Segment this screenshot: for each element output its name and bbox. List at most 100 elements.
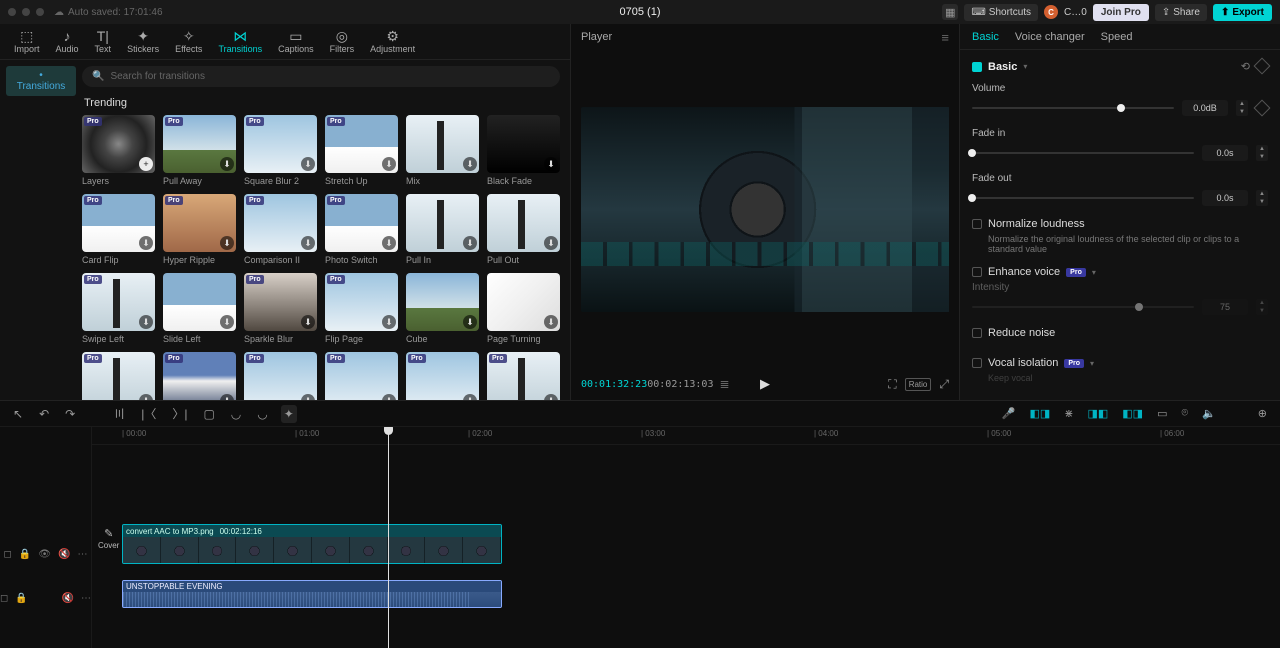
download-icon[interactable]: ⬇ (220, 394, 234, 400)
mute-track-icon[interactable]: 🔇 (62, 593, 74, 604)
search-input[interactable]: 🔍 Search for transitions (82, 66, 560, 87)
maximize-window-icon[interactable] (36, 8, 44, 16)
tab-basic[interactable]: Basic (972, 31, 999, 43)
thumb-image[interactable]: Pro⬇ (82, 273, 155, 331)
thumb-image[interactable]: Pro⬇ (244, 115, 317, 173)
mic-icon[interactable]: 🎤 (999, 405, 1019, 422)
add-icon[interactable]: + (139, 157, 153, 171)
thumb-image[interactable]: Pro⬇ (325, 273, 398, 331)
thumb-image[interactable]: Pro+ (82, 115, 155, 173)
eye-icon[interactable]: 👁 (38, 549, 51, 560)
download-icon[interactable]: ⬇ (301, 236, 315, 250)
download-icon[interactable]: ⬇ (463, 394, 477, 400)
download-icon[interactable]: ⬇ (301, 315, 315, 329)
fadeout-value[interactable]: 0.0s (1202, 190, 1248, 206)
download-icon[interactable]: ⬇ (463, 157, 477, 171)
tab-voice-changer[interactable]: Voice changer (1015, 31, 1085, 43)
download-icon[interactable]: ⬇ (382, 394, 396, 400)
fadein-slider[interactable] (972, 152, 1194, 154)
lock-icon[interactable]: 🔒 (15, 593, 27, 604)
thumb-image[interactable]: ⬇ (406, 115, 479, 173)
thumb-image[interactable]: ⬇ (163, 273, 236, 331)
shortcuts-button[interactable]: ⌨ Shortcuts (964, 4, 1038, 21)
download-icon[interactable]: ⬇ (544, 236, 558, 250)
more-icon[interactable]: ⋯ (77, 549, 87, 560)
play-button[interactable]: ▶ (760, 376, 770, 392)
tab-text[interactable]: T|Text (87, 26, 120, 57)
chevron-down-icon[interactable]: ▾ (1023, 62, 1027, 71)
split-left-tool[interactable]: |〈 (138, 403, 159, 424)
thumb-image[interactable]: Pro⬇ (82, 352, 155, 400)
reduce-checkbox[interactable] (972, 328, 982, 338)
thumb-image[interactable]: Pro⬇ (82, 194, 155, 252)
thumb-image[interactable]: Pro⬇ (325, 352, 398, 400)
download-icon[interactable]: ⬇ (544, 394, 558, 400)
flag-tool[interactable]: ◡ (254, 405, 270, 423)
fadein-value[interactable]: 0.0s (1202, 145, 1248, 161)
basic-checkbox[interactable] (972, 62, 982, 72)
download-icon[interactable]: ⬇ (382, 157, 396, 171)
thumb-image[interactable]: ⬇ (487, 194, 560, 252)
more-icon[interactable]: ⋯ (81, 593, 91, 604)
video-clip[interactable]: convert AAC to MP3.png 00:02:12:16 (122, 524, 502, 564)
vocal-checkbox[interactable] (972, 358, 982, 368)
tab-speed[interactable]: Speed (1101, 31, 1133, 43)
download-icon[interactable]: ⬇ (463, 315, 477, 329)
time-ruler[interactable]: | 00:00| 01:00| 02:00| 03:00| 04:00| 05:… (92, 427, 1280, 445)
tab-transitions[interactable]: ⋈Transitions (210, 26, 270, 57)
link-icon[interactable]: ⌾ (1178, 405, 1191, 422)
transitions-pill[interactable]: • Transitions (6, 66, 76, 96)
tool-c-icon[interactable]: ◧◨ (1119, 405, 1146, 422)
preview-image[interactable] (581, 107, 949, 312)
download-icon[interactable]: ⬇ (220, 157, 234, 171)
reset-icon[interactable]: ⟲ (1241, 60, 1250, 73)
download-icon[interactable]: ⬇ (382, 236, 396, 250)
mute-track-icon[interactable]: 🔇 (58, 549, 70, 560)
download-icon[interactable]: ⬇ (463, 236, 477, 250)
pointer-tool[interactable]: ↖ (10, 405, 26, 423)
download-icon[interactable]: ⬇ (382, 315, 396, 329)
thumb-image[interactable]: Pro⬇ (163, 352, 236, 400)
volume-value[interactable]: 0.0dB (1182, 100, 1228, 116)
download-icon[interactable]: ⬇ (301, 157, 315, 171)
marker-tool[interactable]: ◡ (228, 405, 244, 423)
volume-stepper[interactable]: ▲▼ (1236, 100, 1248, 116)
redo-button[interactable]: ↷ (62, 405, 78, 423)
thumb-image[interactable]: Pro⬇ (163, 115, 236, 173)
tab-audio[interactable]: ♪Audio (48, 26, 87, 57)
download-icon[interactable]: ⬇ (139, 315, 153, 329)
normalize-checkbox[interactable] (972, 219, 982, 229)
tab-captions[interactable]: ▭Captions (270, 26, 322, 57)
tab-stickers[interactable]: ✦Stickers (119, 26, 167, 57)
fullscreen-icon[interactable]: ⤢ (939, 377, 949, 392)
preview-icon[interactable]: ▭ (1154, 405, 1170, 422)
keyframe-icon[interactable] (1254, 58, 1271, 75)
volume-keyframe-icon[interactable] (1254, 100, 1271, 117)
thumb-image[interactable]: Pro⬇ (406, 352, 479, 400)
crop-icon[interactable]: ⛶ (888, 377, 896, 392)
export-button[interactable]: ⬆ Export (1213, 4, 1272, 21)
tab-filters[interactable]: ◎Filters (322, 26, 363, 57)
split-tool[interactable]: 〣 (110, 403, 128, 424)
volume-slider[interactable] (972, 107, 1174, 109)
download-icon[interactable]: ⬇ (301, 394, 315, 400)
visibility-icon[interactable]: ◻ (0, 593, 8, 604)
player-menu-icon[interactable]: ≡ (941, 30, 949, 45)
thumb-image[interactable]: ⬇ (487, 273, 560, 331)
thumb-image[interactable]: Pro⬇ (244, 194, 317, 252)
enhance-checkbox[interactable] (972, 267, 982, 277)
download-icon[interactable]: ⬇ (139, 236, 153, 250)
share-button[interactable]: ⇪ Share (1155, 4, 1207, 21)
minimize-window-icon[interactable] (22, 8, 30, 16)
zoom-tool[interactable]: ⊕ (1255, 405, 1270, 422)
thumb-image[interactable]: Pro⬇ (163, 194, 236, 252)
fadeout-slider[interactable] (972, 197, 1194, 199)
download-icon[interactable]: ⬇ (220, 236, 234, 250)
mute-icon[interactable]: 🔈 (1199, 405, 1219, 422)
join-pro-button[interactable]: Join Pro (1093, 4, 1149, 21)
magnet-icon[interactable]: ⋇ (1061, 405, 1076, 422)
audio-clip[interactable]: UNSTOPPABLE EVENING (122, 580, 502, 608)
thumb-image[interactable]: ⬇ (406, 273, 479, 331)
thumb-image[interactable]: Pro⬇ (244, 352, 317, 400)
download-icon[interactable]: ⬇ (544, 315, 558, 329)
